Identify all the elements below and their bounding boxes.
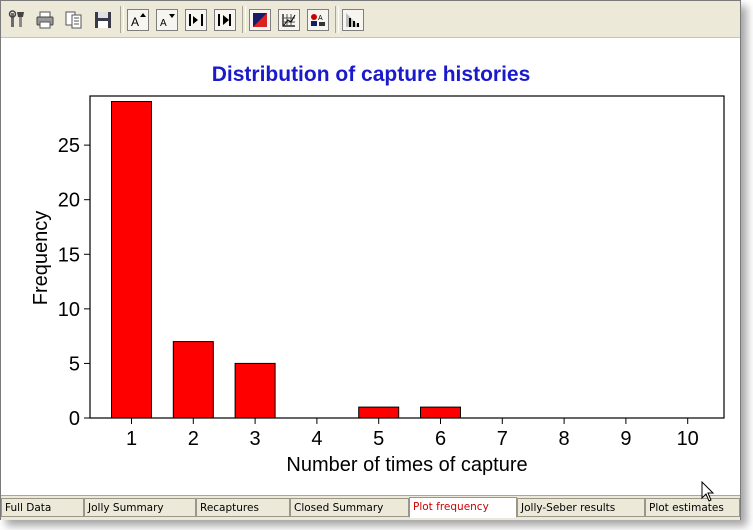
tab-plot-estimates[interactable]: Plot estimates xyxy=(645,498,740,517)
tools-icon[interactable] xyxy=(7,9,29,31)
x-tick-label-6: 6 xyxy=(435,428,446,450)
toolbar: A A A xyxy=(1,1,740,38)
y-tick-label-10: 10 xyxy=(58,299,80,321)
chart-canvas: Distribution of capture histories 051015… xyxy=(30,63,725,476)
toolbar-separator xyxy=(242,6,246,33)
mouse-cursor-icon xyxy=(701,480,715,508)
x-tick-label-10: 10 xyxy=(677,428,699,450)
color-fill-icon[interactable] xyxy=(249,9,271,31)
decrease-font-icon[interactable]: A xyxy=(156,9,178,31)
bar-6 xyxy=(420,406,461,419)
x-tick-label-8: 8 xyxy=(559,428,570,450)
x-axis: 1 2 3 4 5 6 7 8 9 10 xyxy=(126,418,699,450)
bar-1 xyxy=(111,101,152,419)
bar-2 xyxy=(172,341,214,419)
toolbar-separator xyxy=(120,6,124,33)
x-tick-label-5: 5 xyxy=(373,428,384,450)
x-tick-label-7: 7 xyxy=(497,428,508,450)
chart-title: Distribution of capture histories xyxy=(212,63,531,86)
toolbar-separator xyxy=(335,6,339,33)
save-icon[interactable] xyxy=(92,9,114,31)
y-tick-label-5: 5 xyxy=(69,353,80,375)
legend-icon[interactable]: A xyxy=(307,9,329,31)
tab-recaptures[interactable]: Recaptures xyxy=(196,498,290,517)
tab-full-data[interactable]: Full Data xyxy=(1,498,84,517)
svg-text:A: A xyxy=(160,18,167,29)
x-tick-label-9: 9 xyxy=(620,428,631,450)
bar-3 xyxy=(234,362,276,419)
svg-text:A: A xyxy=(318,15,323,22)
go-to-end-icon[interactable] xyxy=(214,9,236,31)
increase-font-icon[interactable]: A xyxy=(127,9,149,31)
x-tick-label-4: 4 xyxy=(311,428,322,450)
svg-text:A: A xyxy=(131,15,139,29)
print-preview-icon[interactable] xyxy=(63,9,85,31)
print-icon[interactable] xyxy=(34,9,56,31)
sheet-tab-bar: Full Data Jolly Summary Recaptures Close… xyxy=(1,495,740,520)
axis-properties-icon[interactable] xyxy=(342,9,364,31)
main-window: A A A Distribution of capture histories … xyxy=(0,0,741,520)
x-tick-label-2: 2 xyxy=(188,428,199,450)
x-axis-label: Number of times of capture xyxy=(286,454,527,476)
y-axis: 0 5 10 15 20 25 xyxy=(58,135,90,430)
x-tick-label-1: 1 xyxy=(126,428,137,450)
y-tick-label-15: 15 xyxy=(58,244,80,266)
y-tick-label-20: 20 xyxy=(58,190,80,212)
bar-5 xyxy=(358,406,400,419)
tab-closed-summary[interactable]: Closed Summary xyxy=(290,498,409,517)
tab-jolly-summary[interactable]: Jolly Summary xyxy=(84,498,196,517)
y-tick-label-0: 0 xyxy=(69,408,80,430)
tab-plot-frequency[interactable]: Plot frequency xyxy=(409,497,517,518)
x-tick-label-3: 3 xyxy=(250,428,261,450)
y-tick-label-25: 25 xyxy=(58,135,80,157)
grid-icon[interactable] xyxy=(278,9,300,31)
y-axis-label: Frequency xyxy=(30,211,52,306)
tab-jolly-seber-results[interactable]: Jolly-Seber results xyxy=(517,498,645,517)
fit-width-icon[interactable] xyxy=(185,9,207,31)
